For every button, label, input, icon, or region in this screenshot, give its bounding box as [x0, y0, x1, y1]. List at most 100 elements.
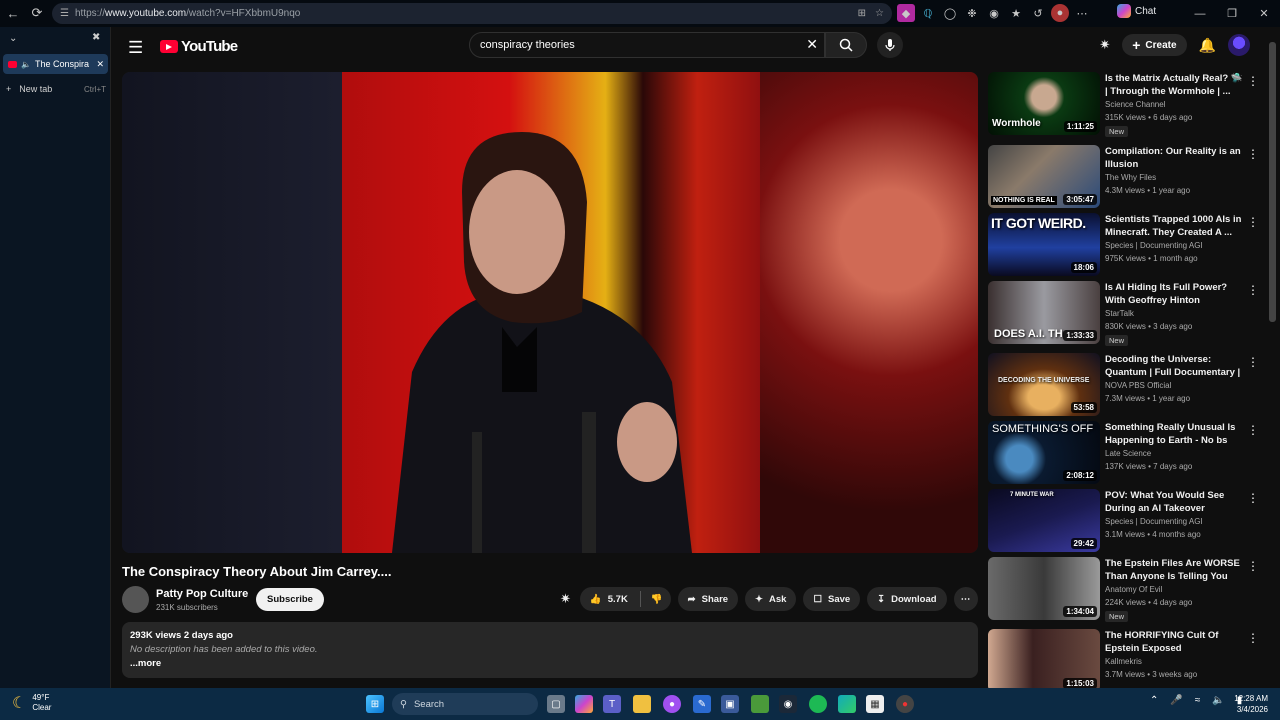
- profile-icon[interactable]: ●: [1051, 4, 1069, 22]
- edge-browser-icon[interactable]: [838, 695, 856, 713]
- copilot-chat-button[interactable]: Chat: [1117, 4, 1156, 18]
- pin-sidebar-icon[interactable]: ✖: [92, 32, 100, 43]
- copilot-app-icon[interactable]: [575, 695, 593, 713]
- task-view-icon[interactable]: ▢: [547, 695, 565, 713]
- rec-item[interactable]: 1:15:03 The HORRIFYING Cult Of Epstein E…: [988, 629, 1259, 697]
- rec-menu-icon[interactable]: ⋮: [1247, 423, 1259, 437]
- shield-icon[interactable]: ◯: [941, 4, 959, 22]
- extensions-icon[interactable]: ❉: [963, 4, 981, 22]
- more-actions-button[interactable]: ⋯: [953, 587, 978, 611]
- hamburger-menu-icon[interactable]: ☰: [128, 38, 143, 58]
- address-bar[interactable]: ☰ https://www.youtube.com/watch?v=HFXbbm…: [52, 3, 892, 24]
- rec-menu-icon[interactable]: ⋮: [1247, 631, 1259, 645]
- maximize-icon[interactable]: ❐: [1216, 0, 1248, 27]
- channel-avatar[interactable]: [122, 586, 149, 613]
- audio-playing-icon[interactable]: 🔈: [21, 60, 31, 69]
- search-button[interactable]: [825, 32, 867, 58]
- refresh-icon[interactable]: ⟳: [25, 1, 49, 25]
- back-icon[interactable]: ←: [1, 1, 25, 25]
- store-icon[interactable]: ▣: [721, 695, 739, 713]
- tool-app-icon[interactable]: ▦: [866, 695, 884, 713]
- save-button[interactable]: ☐ Save: [803, 587, 861, 611]
- rec-thumbnail[interactable]: 7 MINUTE WAR 29:42: [988, 489, 1100, 552]
- site-info-icon[interactable]: ☰: [60, 8, 69, 19]
- rec-thumbnail[interactable]: Wormhole 1:11:25: [988, 72, 1100, 135]
- rec-menu-icon[interactable]: ⋮: [1247, 355, 1259, 369]
- rec-item[interactable]: Wormhole 1:11:25 Is the Matrix Actually …: [988, 72, 1259, 140]
- channel-name[interactable]: Patty Pop Culture: [156, 588, 248, 600]
- app-available-icon[interactable]: ⊞: [858, 8, 866, 19]
- more-icon[interactable]: ⋯: [1073, 4, 1091, 22]
- rec-thumbnail[interactable]: NOTHING IS REAL 3:05:47: [988, 145, 1100, 208]
- wifi-icon[interactable]: ≈: [1195, 695, 1201, 706]
- page-scrollbar[interactable]: [1269, 42, 1276, 322]
- rec-menu-icon[interactable]: ⋮: [1247, 491, 1259, 505]
- rec-item[interactable]: NOTHING IS REAL 3:05:47 Compilation: Our…: [988, 145, 1259, 213]
- download-label: Download: [891, 593, 937, 605]
- favorite-star-icon[interactable]: ☆: [875, 8, 884, 19]
- favorites-icon[interactable]: ★: [1007, 4, 1025, 22]
- profile-sync-icon[interactable]: ◉: [985, 4, 1003, 22]
- ask-button[interactable]: ✦ Ask: [745, 587, 797, 611]
- rec-item[interactable]: IT GOT WEIRD. 18:06 Scientists Trapped 1…: [988, 213, 1259, 281]
- description-box[interactable]: 293K views 2 days ago No description has…: [122, 622, 978, 678]
- subscribe-button[interactable]: Subscribe: [256, 588, 324, 611]
- rec-thumbnail[interactable]: IT GOT WEIRD. 18:06: [988, 213, 1100, 276]
- teams-icon[interactable]: T: [603, 695, 621, 713]
- minimize-icon[interactable]: —: [1184, 0, 1216, 27]
- minecraft-icon[interactable]: [751, 695, 769, 713]
- show-hidden-icons-chevron-icon[interactable]: ⌃: [1150, 695, 1158, 706]
- file-explorer-icon[interactable]: [633, 695, 651, 713]
- gemini-ask-icon[interactable]: ✷: [560, 591, 571, 607]
- gemini-sparkle-icon[interactable]: ✷: [1099, 37, 1110, 53]
- rec-menu-icon[interactable]: ⋮: [1247, 147, 1259, 161]
- create-button[interactable]: + Create: [1122, 34, 1187, 56]
- spotify-icon[interactable]: [809, 695, 827, 713]
- rec-thumbnail[interactable]: 1:15:03: [988, 629, 1100, 692]
- windows-start-icon[interactable]: ⊞: [366, 695, 384, 713]
- messenger-icon[interactable]: ●: [663, 695, 681, 713]
- history-icon[interactable]: ↺: [1029, 4, 1047, 22]
- rec-thumbnail[interactable]: DOES A.I. TH 1:33:33: [988, 281, 1100, 344]
- rec-menu-icon[interactable]: ⋮: [1247, 283, 1259, 297]
- rec-item[interactable]: DECODING THE UNIVERSE 53:58 Decoding the…: [988, 353, 1259, 421]
- steam-icon[interactable]: ◉: [779, 695, 797, 713]
- rec-thumbnail[interactable]: 1:34:04: [988, 557, 1100, 620]
- rec-item[interactable]: SOMETHING'S OFF 2:08:12 Something Really…: [988, 421, 1259, 489]
- voice-search-button[interactable]: [877, 32, 903, 58]
- rec-item[interactable]: DOES A.I. TH 1:33:33 Is AI Hiding Its Fu…: [988, 281, 1259, 353]
- taskbar-search[interactable]: ⚲ Search: [392, 693, 538, 715]
- clock[interactable]: 12:28 AM 3/4/2026: [1234, 693, 1268, 715]
- notifications-bell-icon[interactable]: 🔔: [1199, 37, 1216, 54]
- volume-icon[interactable]: 🔈: [1212, 695, 1224, 706]
- record-app-icon[interactable]: ●: [896, 695, 914, 713]
- download-button[interactable]: ↧ Download: [867, 587, 947, 611]
- microphone-tray-icon[interactable]: 🎤: [1170, 695, 1182, 706]
- close-window-icon[interactable]: ✕: [1248, 0, 1280, 27]
- rec-menu-icon[interactable]: ⋮: [1247, 74, 1259, 88]
- thumbs-down-icon[interactable]: 👎: [647, 594, 667, 605]
- rec-thumbnail[interactable]: SOMETHING'S OFF 2:08:12: [988, 421, 1100, 484]
- share-button[interactable]: ➦ Share: [677, 587, 739, 611]
- extension-2-icon[interactable]: ℚ: [919, 4, 937, 22]
- youtube-logo[interactable]: YouTube: [160, 38, 238, 55]
- weather-widget[interactable]: ☾ 49°F Clear: [12, 693, 51, 713]
- collapse-chevron-icon[interactable]: ⌄: [9, 33, 17, 44]
- avatar[interactable]: [1228, 34, 1250, 56]
- search-input[interactable]: conspiracy theories ✕: [469, 32, 825, 58]
- like-count: 5.7K: [607, 593, 628, 605]
- tab-youtube[interactable]: 🔈 The Conspira ✕: [3, 54, 108, 74]
- rec-thumbnail[interactable]: DECODING THE UNIVERSE 53:58: [988, 353, 1100, 416]
- close-tab-icon[interactable]: ✕: [96, 59, 104, 70]
- video-player[interactable]: [122, 72, 978, 553]
- like-button[interactable]: 👍 5.7K 👎: [579, 587, 671, 611]
- clear-search-icon[interactable]: ✕: [806, 36, 818, 53]
- rec-item[interactable]: 7 MINUTE WAR 29:42 POV: What You Would S…: [988, 489, 1259, 557]
- show-more-link[interactable]: ...more: [130, 658, 970, 669]
- pen-app-icon[interactable]: ✎: [693, 695, 711, 713]
- rec-item[interactable]: 1:34:04 The Epstein Files Are WORSE Than…: [988, 557, 1259, 629]
- rec-menu-icon[interactable]: ⋮: [1247, 215, 1259, 229]
- new-tab-button[interactable]: + New tab Ctrl+T: [6, 84, 106, 94]
- extension-1-icon[interactable]: ◆: [897, 4, 915, 22]
- rec-menu-icon[interactable]: ⋮: [1247, 559, 1259, 573]
